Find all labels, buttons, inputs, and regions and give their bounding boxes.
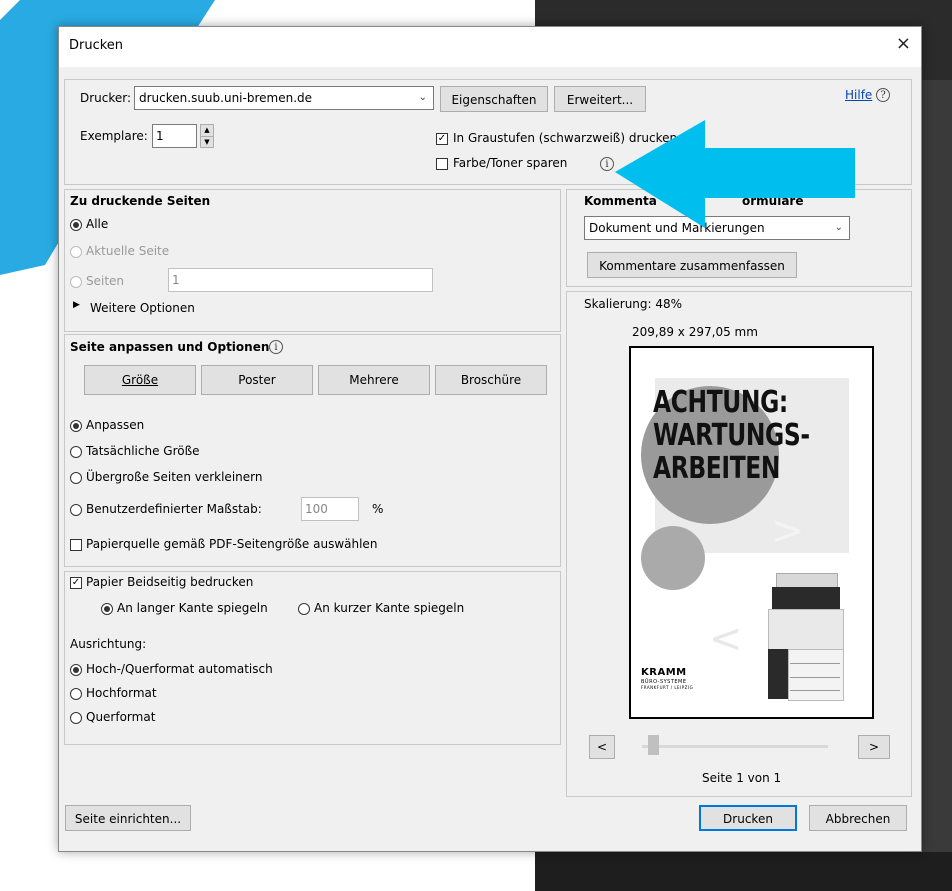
close-icon[interactable]: × [896,35,911,53]
custom-scale-input[interactable]: 100 [301,497,359,521]
radio-landscape[interactable] [70,712,82,724]
radio-custom-scale-label: Benutzerdefinierter Maßstab: [86,502,262,516]
radio-landscape-label: Querformat [86,710,156,724]
radio-custom-scale[interactable] [70,504,82,516]
radio-fit[interactable] [70,420,82,432]
radio-fit-label: Anpassen [86,418,145,432]
scaling-label: Skalierung: 48% [584,297,683,311]
save-toner-checkbox[interactable] [436,158,448,170]
radio-portrait[interactable] [70,688,82,700]
preview-printer-image [766,573,844,703]
radio-pages[interactable] [70,276,82,288]
preview-headline-line-1: ACHTUNG: [653,385,788,420]
radio-long-edge[interactable] [101,603,113,615]
radio-actual-size[interactable] [70,446,82,458]
background-dark-bottom [535,852,952,891]
info-icon[interactable]: i [600,157,614,171]
fit-info-icon[interactable]: i [269,340,283,354]
page-slider-handle[interactable] [648,735,659,755]
annotation-arrow-icon [615,120,855,228]
pages-section-title: Zu druckende Seiten [70,194,211,208]
duplex-checkbox[interactable]: ✓ [70,577,82,589]
page-dimensions: 209,89 x 297,05 mm [632,325,758,339]
print-button[interactable]: Drucken [699,805,797,831]
duplex-label: Papier Beidseitig bedrucken [86,575,254,589]
printer-value: drucken.suub.uni-bremen.de [139,91,313,105]
preview-headline-line-2: WARTUNGS- [653,418,810,453]
fit-section-title: Seite anpassen und Optionen [70,340,270,354]
title-bar: Drucken × [59,27,921,67]
copies-stepper[interactable]: ▲ ▼ [200,124,214,148]
help-icon[interactable]: ? [876,88,890,102]
radio-all[interactable] [70,219,82,231]
preview-headline-line-3: ARBEITEN [653,451,781,486]
expand-triangle-icon[interactable]: ▶ [73,300,80,310]
radio-pages-label: Seiten [86,274,125,288]
orientation-label: Ausrichtung: [70,637,147,651]
grayscale-checkbox[interactable]: ✓ [436,133,448,145]
tab-size[interactable]: Größe [84,365,196,395]
radio-actual-size-label: Tatsächliche Größe [86,444,200,458]
radio-long-edge-label: An langer Kante spiegeln [117,601,268,615]
pages-range-input[interactable]: 1 [168,268,433,292]
preview-chevron-left-icon: < [709,616,743,662]
prev-page-button[interactable]: < [589,735,615,759]
radio-shrink-oversize[interactable] [70,472,82,484]
paper-source-checkbox[interactable] [70,539,82,551]
tab-poster[interactable]: Poster [201,365,313,395]
page-indicator: Seite 1 von 1 [702,771,782,785]
advanced-button[interactable]: Erweitert... [554,86,646,112]
percent-label: % [372,502,384,516]
printer-label: Drucker: [80,91,132,105]
radio-shrink-oversize-label: Übergroße Seiten verkleinern [86,470,263,484]
preview-chevron-right-icon: > [771,508,805,554]
properties-button[interactable]: Eigenschaften [440,86,548,112]
save-toner-label: Farbe/Toner sparen [453,156,568,170]
page-setup-button[interactable]: Seite einrichten... [65,805,191,831]
page-slider-track[interactable] [642,745,828,748]
dialog-title: Drucken [69,38,124,53]
more-options-label[interactable]: Weitere Optionen [90,301,195,315]
radio-portrait-label: Hochformat [86,686,157,700]
preview-logo: KRAMM BÜRO-SYSTEME FRANKFURT / LEIPZIG [641,667,693,690]
radio-all-label: Alle [86,217,109,231]
summarize-comments-button[interactable]: Kommentare zusammenfassen [587,252,797,278]
radio-short-edge-label: An kurzer Kante spiegeln [314,601,465,615]
chevron-down-icon: ⌄ [418,92,427,103]
help-link[interactable]: Hilfe [845,88,872,102]
cancel-button[interactable]: Abbrechen [809,805,907,831]
copies-label: Exemplare: [80,129,148,143]
preview-logo-text: KRAMM [641,667,687,678]
preview-headline: ACHTUNG: WARTUNGS- ARBEITEN [653,386,810,485]
page-preview: ACHTUNG: WARTUNGS- ARBEITEN > < KRAMM BÜ… [629,346,874,719]
radio-orientation-auto-label: Hoch-/Querformat automatisch [86,662,273,676]
paper-source-label: Papierquelle gemäß PDF-Seitengröße auswä… [86,537,378,551]
tab-multiple[interactable]: Mehrere [318,365,430,395]
tab-booklet[interactable]: Broschüre [435,365,547,395]
copies-input[interactable]: 1 [152,124,197,148]
radio-current-page-label: Aktuelle Seite [86,244,170,258]
printer-select[interactable]: drucken.suub.uni-bremen.de ⌄ [134,86,434,110]
next-page-button[interactable]: > [858,735,890,759]
radio-orientation-auto[interactable] [70,664,82,676]
radio-current-page[interactable] [70,246,82,258]
preview-circle-small [641,526,705,590]
radio-short-edge[interactable] [298,603,310,615]
preview-logo-sub2: FRANKFURT / LEIPZIG [641,685,694,690]
